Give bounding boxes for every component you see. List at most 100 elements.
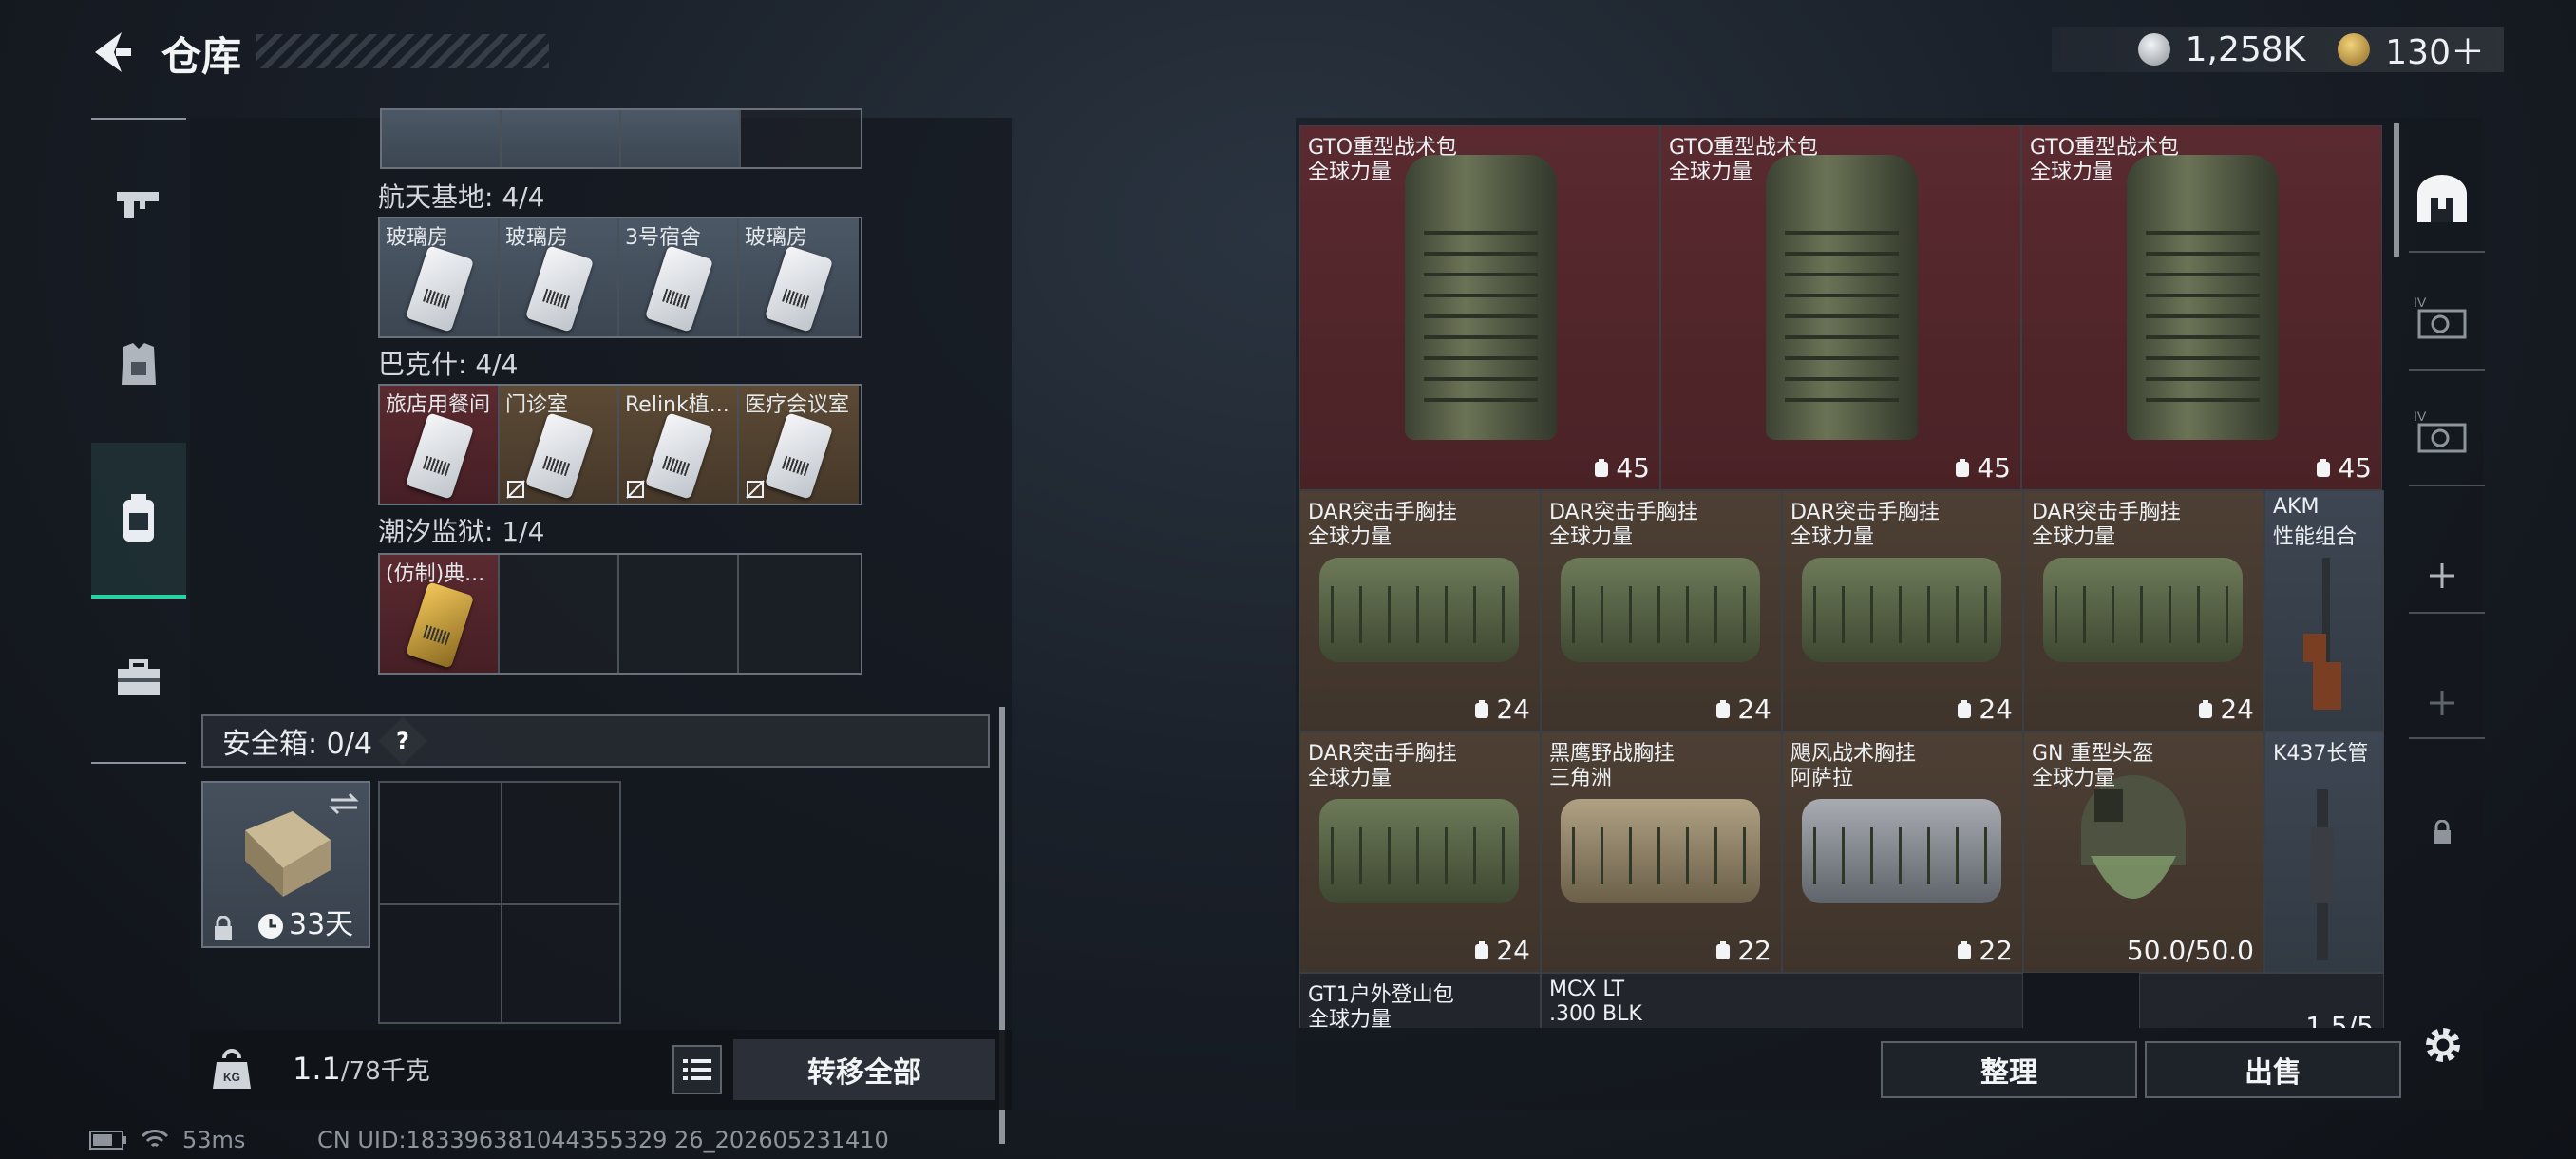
item-faction: 全球力量 bbox=[1308, 161, 1392, 184]
item-count-value: 24 bbox=[1496, 935, 1530, 966]
ping-value: 53ms bbox=[182, 1127, 246, 1153]
list-view-button[interactable] bbox=[672, 1045, 722, 1094]
inventory-item[interactable]: 1.5/5 bbox=[2139, 973, 2384, 1028]
keycard-icon bbox=[405, 245, 475, 332]
vest-capacity-icon bbox=[1716, 699, 1731, 718]
category-nav bbox=[91, 118, 186, 764]
item-count-value: 24 bbox=[1737, 694, 1771, 725]
safe-box-duration: 33天 bbox=[289, 908, 354, 941]
inventory-item[interactable]: DAR突击手胸挂 全球力量 24 bbox=[2023, 490, 2264, 732]
sell-button[interactable]: 出售 bbox=[2145, 1041, 2401, 1098]
inventory-item[interactable]: 飓风战术胸挂 阿萨拉 22 bbox=[1782, 732, 2023, 973]
nav-divider bbox=[91, 762, 186, 764]
inventory-grid[interactable]: GTO重型战术包 全球力量 45 GTO重型战术包 全球力量 45 GTO重型战术包 全球力量… bbox=[1299, 125, 2384, 1028]
nav-toolbox[interactable] bbox=[91, 621, 186, 735]
inventory-item[interactable]: DAR突击手胸挂 全球力量 24 bbox=[1299, 490, 1541, 732]
lock-icon bbox=[2434, 820, 2451, 844]
item-name: MCX LT bbox=[1549, 978, 1625, 1001]
item-faction: 全球力量 bbox=[1669, 161, 1753, 184]
inventory-item[interactable]: GTO重型战术包 全球力量 45 bbox=[1299, 125, 1660, 490]
stash-slot[interactable] bbox=[621, 110, 741, 167]
keycard-slot[interactable]: (仿制)典... bbox=[380, 555, 500, 673]
inventory-item[interactable]: GT1户外登山包 全球力量 bbox=[1299, 973, 1541, 1028]
empty-slot[interactable] bbox=[739, 555, 859, 673]
keycard-slot[interactable]: 3号宿舍 bbox=[619, 218, 739, 336]
keycard-slot[interactable]: 医疗会议室 bbox=[739, 386, 859, 504]
back-button[interactable] bbox=[87, 28, 135, 76]
safe-case-icon bbox=[245, 811, 331, 897]
stash-slot[interactable] bbox=[502, 110, 621, 167]
item-faction: 全球力量 bbox=[2032, 525, 2116, 549]
keycard-icon bbox=[524, 245, 595, 332]
item-faction: 阿萨拉 bbox=[1790, 767, 1854, 790]
inventory-item[interactable]: 黑鹰野战胸挂 三角洲 22 bbox=[1541, 732, 1782, 973]
inventory-item[interactable]: K437长管 bbox=[2264, 732, 2384, 973]
tab-locked[interactable] bbox=[2390, 785, 2494, 880]
item-count-value: 1.5/5 bbox=[2305, 1011, 2374, 1028]
tab-case-2[interactable]: IV bbox=[2390, 384, 2494, 479]
slot-label: 玻璃房 bbox=[745, 226, 808, 250]
nav-armor[interactable] bbox=[91, 308, 186, 422]
chest-rig-image bbox=[1319, 799, 1519, 903]
section-title: 巴克什: 4/4 bbox=[378, 349, 519, 380]
keycard-slot[interactable]: 玻璃房 bbox=[380, 218, 500, 336]
swap-icon bbox=[329, 792, 359, 815]
empty-slot[interactable] bbox=[500, 555, 619, 673]
item-count: 45 bbox=[1591, 452, 1650, 484]
tab-case-1[interactable]: IV bbox=[2390, 270, 2494, 365]
gear-icon bbox=[2426, 1028, 2460, 1062]
keycard-icon bbox=[764, 412, 834, 500]
plus-icon bbox=[2430, 691, 2454, 715]
help-icon[interactable]: ? bbox=[378, 716, 427, 766]
nav-weapons[interactable] bbox=[91, 146, 186, 260]
item-faction: 三角洲 bbox=[1549, 767, 1613, 790]
uid-text: CN UID:183396381044355329 26_20260523141… bbox=[317, 1127, 889, 1153]
keycard-slot[interactable]: 门诊室 bbox=[500, 386, 619, 504]
keycard-slot[interactable]: Relink植... bbox=[619, 386, 739, 504]
transfer-all-button[interactable]: 转移全部 bbox=[733, 1039, 995, 1100]
backpack-icon bbox=[123, 494, 154, 542]
chest-rig-image bbox=[1802, 558, 2001, 662]
inventory-item[interactable]: DAR突击手胸挂 全球力量 24 bbox=[1541, 490, 1782, 732]
slot-row-bakhsh: 旅店用餐间 门诊室 Relink植... 医疗会议室 bbox=[378, 384, 862, 505]
container-tabs: IV IV bbox=[2390, 152, 2494, 893]
nav-backpack[interactable] bbox=[91, 443, 186, 598]
inventory-item[interactable]: DAR突击手胸挂 全球力量 24 bbox=[1782, 490, 2023, 732]
no-transfer-icon bbox=[746, 480, 765, 499]
settings-button[interactable] bbox=[2422, 1024, 2464, 1066]
inventory-item[interactable]: GN 重型头盔 全球力量 50.0/50.0 bbox=[2023, 732, 2264, 973]
item-faction: 全球力量 bbox=[1308, 767, 1392, 790]
safe-box-grid[interactable] bbox=[378, 781, 621, 1024]
sort-button[interactable]: 整理 bbox=[1881, 1041, 2137, 1098]
empty-slot[interactable] bbox=[619, 555, 739, 673]
slot-label: 门诊室 bbox=[505, 393, 569, 417]
case-iv-icon: IV bbox=[2414, 294, 2467, 339]
keycard-icon bbox=[405, 581, 475, 669]
slot-label: 医疗会议室 bbox=[745, 393, 850, 417]
tab-safehouse[interactable] bbox=[2390, 152, 2494, 247]
lock-icon bbox=[215, 916, 232, 940]
battery-icon bbox=[89, 1130, 126, 1150]
inventory-item[interactable]: GTO重型战术包 全球力量 45 bbox=[2021, 125, 2382, 490]
item-faction: 全球力量 bbox=[1549, 525, 1634, 549]
inventory-item[interactable]: GTO重型战术包 全球力量 45 bbox=[1660, 125, 2021, 490]
inventory-item[interactable]: AKM 性能组合 bbox=[2264, 490, 2384, 732]
inventory-item[interactable]: DAR突击手胸挂 全球力量 24 bbox=[1299, 732, 1541, 973]
tab-add-1[interactable] bbox=[2390, 528, 2494, 623]
slot-label: 旅店用餐间 bbox=[386, 393, 491, 417]
slot-label: 3号宿舍 bbox=[625, 226, 701, 250]
keycard-slot[interactable]: 旅店用餐间 bbox=[380, 386, 500, 504]
tab-add-2[interactable] bbox=[2390, 656, 2494, 750]
svg-text:KG: KG bbox=[223, 1071, 240, 1084]
inventory-item[interactable]: MCX LT .300 BLK bbox=[1541, 973, 2023, 1028]
nav-divider bbox=[91, 118, 186, 120]
stash-slot[interactable] bbox=[382, 110, 502, 167]
barrel-image bbox=[2311, 789, 2334, 960]
status-bar: 53ms bbox=[89, 1127, 245, 1153]
keycard-slot[interactable]: 玻璃房 bbox=[739, 218, 859, 336]
gold-currency-value[interactable]: 130＋ bbox=[2385, 25, 2485, 74]
keycard-slot[interactable]: 玻璃房 bbox=[500, 218, 619, 336]
stash-slot[interactable] bbox=[741, 110, 861, 167]
safe-box-item[interactable]: 33天 bbox=[201, 781, 370, 948]
capacity-icon bbox=[1956, 458, 1970, 477]
